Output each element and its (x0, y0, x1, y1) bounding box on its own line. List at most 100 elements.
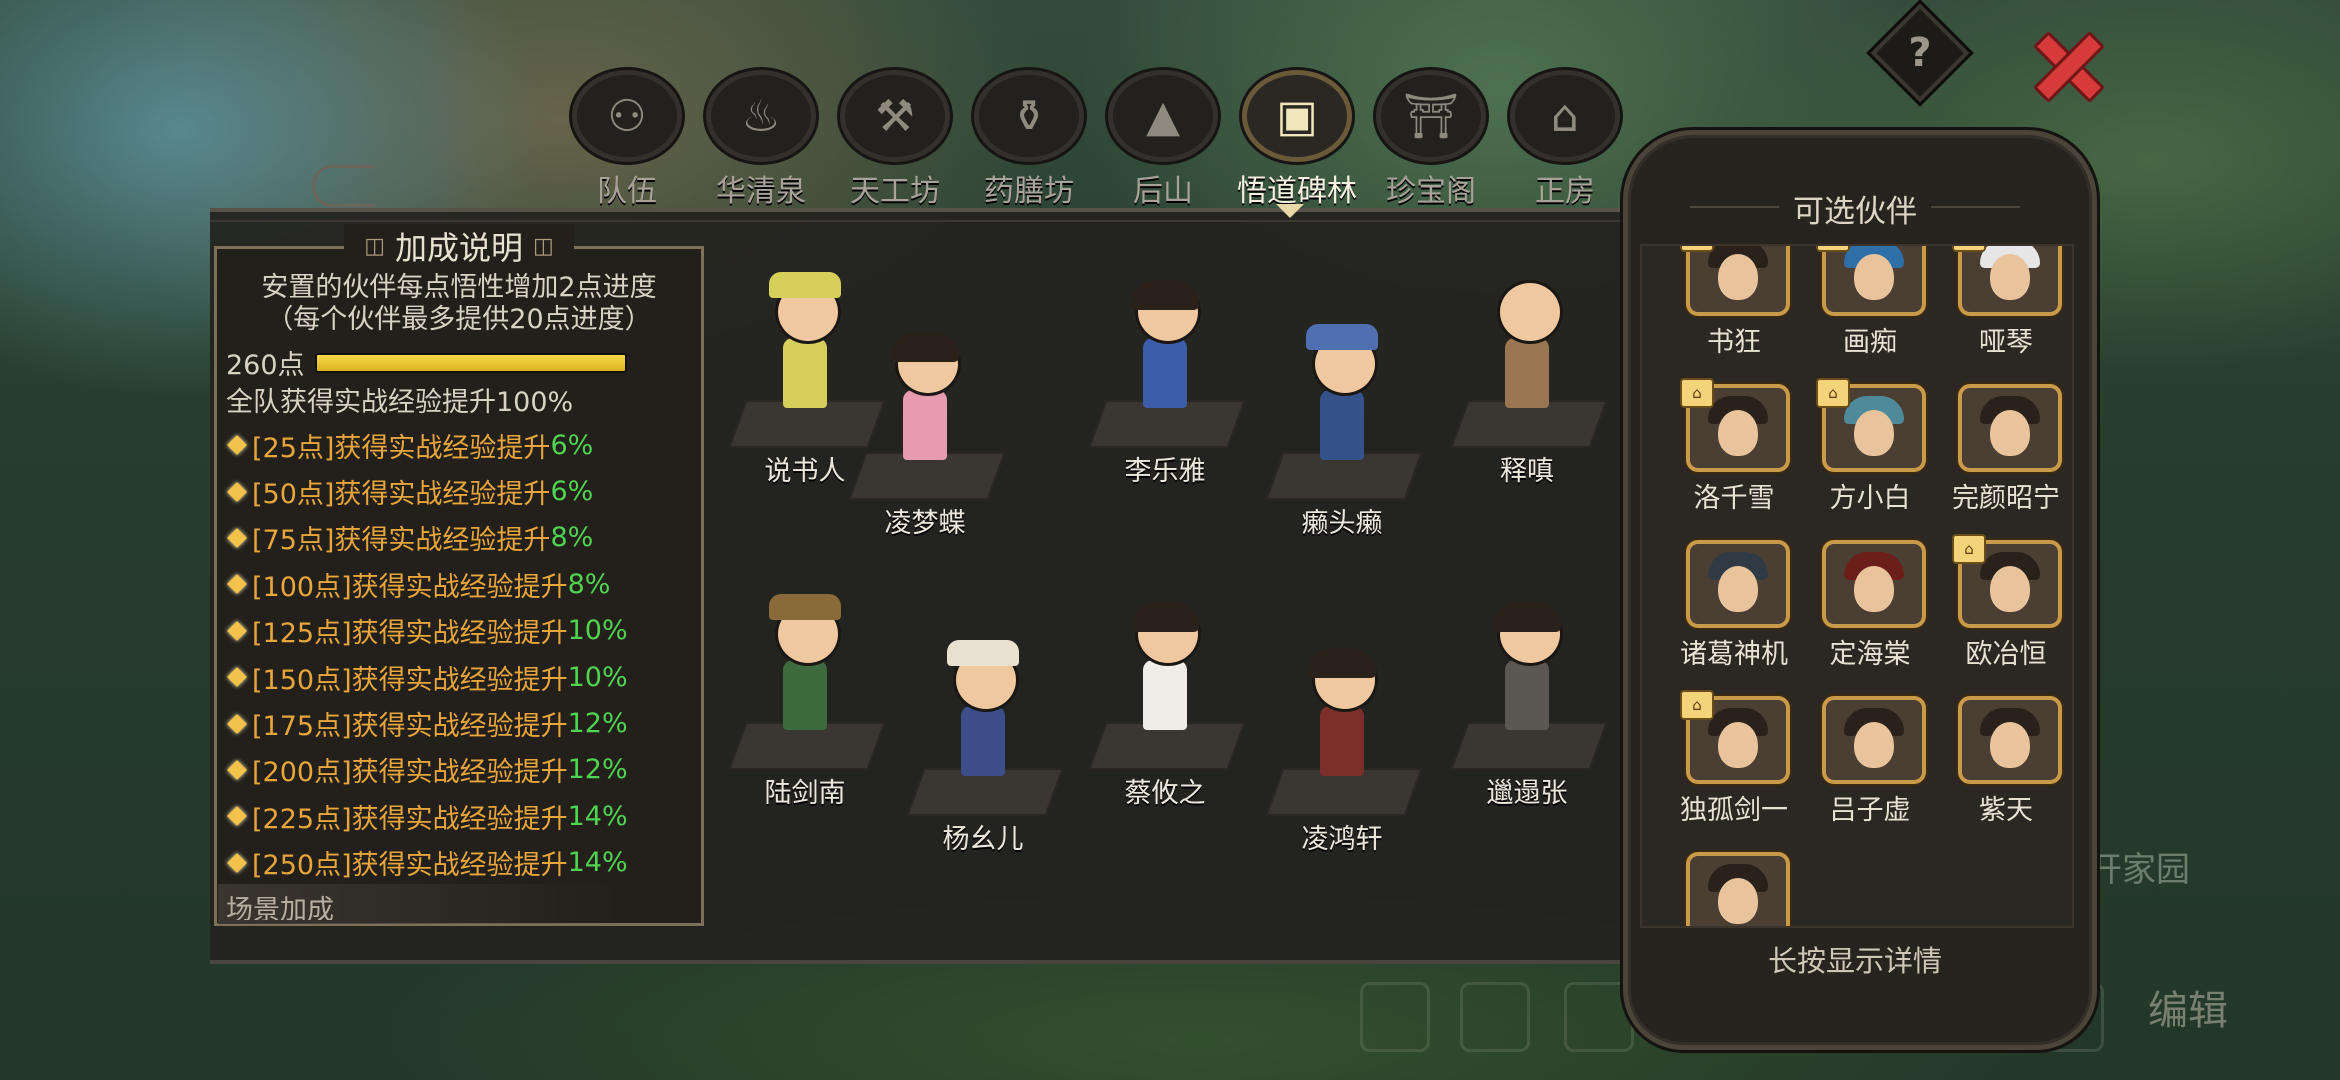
partner-card[interactable]: ⌂ 洛千雪 (1666, 378, 1802, 518)
partner-name: 定海棠 (1829, 639, 1911, 670)
partner-face (1854, 410, 1894, 456)
partner-name: 画痴 (1843, 327, 1897, 358)
workshop-icon: ⚒ (840, 70, 950, 162)
building-badge-icon: ⌂ (1952, 534, 1986, 564)
tab-stele-forest[interactable]: ▣ 悟道碑林 (1230, 70, 1364, 210)
placed-character[interactable]: 邋遢张 (1447, 570, 1608, 810)
bonus-percent: 8% (567, 568, 611, 600)
partner-hint: 长按显示详情 (1767, 944, 1942, 978)
bonus-percent: 10% (567, 615, 628, 647)
partner-portrait (1822, 540, 1926, 628)
partner-name: 诸葛神机 (1680, 639, 1788, 670)
character-sprite-body (1320, 390, 1364, 460)
placed-character[interactable]: 杨幺儿 (903, 616, 1064, 856)
medicine-icon: ⚱ (974, 70, 1084, 162)
character-name: 陆剑南 (764, 778, 846, 809)
placed-character[interactable]: 凌梦蝶 (845, 300, 1006, 540)
building-badge-icon: ⌂ (1952, 246, 1986, 252)
partner-card[interactable]: ⌂ 书狂 (1666, 246, 1802, 362)
partner-card[interactable]: 吕子虚 (1802, 696, 1938, 830)
character-name: 杨幺儿 (942, 824, 1024, 855)
scene-bonus-tab[interactable]: 场景加成 (226, 888, 334, 920)
background-edit-button: 编辑 (2148, 988, 2228, 1034)
placed-character[interactable]: 癞头癞 (1262, 300, 1423, 540)
bonus-threshold-text: [125点]获得实战经验提升 (252, 618, 568, 650)
partner-card[interactable]: 定海棠 (1802, 540, 1938, 674)
partner-card[interactable]: 诸葛神机 (1666, 540, 1802, 674)
bonus-item: [175点]获得实战经验提升 12% (226, 700, 696, 746)
character-sprite-body (1505, 660, 1549, 730)
character-hat (769, 272, 841, 298)
character-name: 释嗔 (1500, 456, 1554, 487)
character-hat (769, 594, 841, 620)
partner-card[interactable]: 完颜昭宁 (1938, 384, 2072, 518)
placed-character[interactable]: 凌鸿轩 (1262, 616, 1423, 856)
bonus-item: [50点]获得实战经验提升 6% (226, 468, 696, 514)
placed-character[interactable]: 蔡攸之 (1085, 570, 1246, 810)
partner-name: 书狂 (1707, 327, 1761, 358)
stele-icon: ▣ (1242, 70, 1352, 162)
bonus-percent: 6% (550, 429, 594, 461)
active-tab-pointer (1276, 204, 1304, 218)
hot-spring-icon: ♨ (706, 70, 816, 162)
tab-team[interactable]: ⚇ 队伍 (560, 70, 694, 210)
partner-list[interactable]: ⌂ 书狂 ⌂ 画痴 ⌂ 哑琴 ⌂ 洛千雪 ⌂ 方小白 完颜昭宁诸葛神机 定海棠 ⌂ 欧冶恒 ⌂ 独孤剑一 吕子虚… (1640, 244, 2074, 928)
character-sprite-body (1320, 706, 1364, 776)
partner-face (1990, 722, 2030, 768)
tab-hot-spring[interactable]: ♨ 华清泉 (694, 70, 828, 210)
partner-grid: ⌂ 书狂 ⌂ 画痴 ⌂ 哑琴 ⌂ 洛千雪 ⌂ 方小白 完颜昭宁诸葛神机 定海棠 ⌂ 欧冶恒 ⌂ 独孤剑一 吕子虚… (1666, 246, 2072, 926)
partner-card[interactable] (1666, 852, 1802, 926)
placed-character[interactable]: 陆剑南 (725, 570, 886, 810)
tab-main-house[interactable]: ⌂ 正房 (1498, 70, 1632, 210)
partner-card[interactable]: ⌂ 独孤剑一 (1666, 690, 1802, 830)
bonus-threshold-text: [250点]获得实战经验提升 (252, 850, 568, 882)
tab-treasure-pavilion[interactable]: ⛩ 珍宝阁 (1364, 70, 1498, 210)
partner-card[interactable]: ⌂ 画痴 (1802, 246, 1938, 362)
points-row: 260点 (226, 343, 627, 382)
partner-card[interactable]: ⌂ 方小白 (1802, 378, 1938, 518)
placed-character[interactable]: 释嗔 (1447, 248, 1608, 488)
ornament-icon: ◫ (364, 233, 385, 259)
building-badge-icon: ⌂ (1816, 246, 1850, 252)
bonus-threshold-text: [175点]获得实战经验提升 (252, 711, 568, 743)
bonus-threshold-text: [50点]获得实战经验提升 (252, 479, 551, 511)
bonus-item: [200点]获得实战经验提升 12% (226, 747, 696, 793)
character-hair (1131, 280, 1199, 310)
building-badge-icon: ⌂ (1680, 246, 1714, 252)
tab-medicine[interactable]: ⚱ 药膳坊 (962, 70, 1096, 210)
partner-face (1718, 722, 1758, 768)
placed-character[interactable]: 李乐雅 (1085, 248, 1246, 488)
character-name: 凌鸿轩 (1301, 824, 1383, 855)
partner-card[interactable]: ⌂ 欧冶恒 (1938, 534, 2072, 674)
diamond-icon (227, 574, 247, 595)
points-value: 260点 (226, 350, 305, 381)
character-hair (1131, 602, 1199, 632)
character-name: 蔡攸之 (1124, 778, 1206, 809)
bonus-description: 安置的伙伴每点悟性增加2点进度 （每个伙伴最多提供20点进度） (222, 272, 696, 336)
character-sprite-body (961, 706, 1005, 776)
bonus-item: [250点]获得实战经验提升 14% (226, 840, 696, 886)
tab-mountain[interactable]: ▲ 后山 (1096, 70, 1230, 210)
bonus-item: [25点]获得实战经验提升 6% (226, 422, 696, 468)
partner-name: 哑琴 (1979, 327, 2033, 358)
partner-portrait (1958, 696, 2062, 784)
bonus-percent: 10% (567, 661, 628, 693)
close-button[interactable] (2025, 22, 2107, 104)
bonus-description-line: （每个伙伴最多提供20点进度） (266, 304, 652, 335)
building-badge-icon: ⌂ (1680, 378, 1714, 408)
partner-card[interactable]: 紫天 (1938, 696, 2072, 830)
diamond-icon (227, 667, 247, 688)
bonus-list: [25点]获得实战经验提升 6% [50点]获得实战经验提升 6% [75点]获得实战经… (226, 422, 696, 886)
partner-name: 吕子虚 (1829, 795, 1911, 826)
tab-workshop[interactable]: ⚒ 天工坊 (828, 70, 962, 210)
character-hat (947, 640, 1019, 666)
diamond-icon (227, 481, 247, 502)
character-hair (1493, 602, 1561, 632)
partner-card[interactable]: ⌂ 哑琴 (1938, 246, 2072, 362)
bonus-info-title-text: 加成说明 (394, 229, 523, 267)
partner-name: 方小白 (1829, 483, 1911, 514)
partner-portrait (1686, 540, 1790, 628)
bonus-item: [225点]获得实战经验提升 14% (226, 793, 696, 839)
building-tabs: ⚇ 队伍 ♨ 华清泉 ⚒ 天工坊 ⚱ 药膳坊 ▲ 后山 ▣ 悟道碑林 ⛩ 珍宝阁… (560, 70, 1632, 210)
ornament-icon: ◫ (533, 233, 554, 259)
